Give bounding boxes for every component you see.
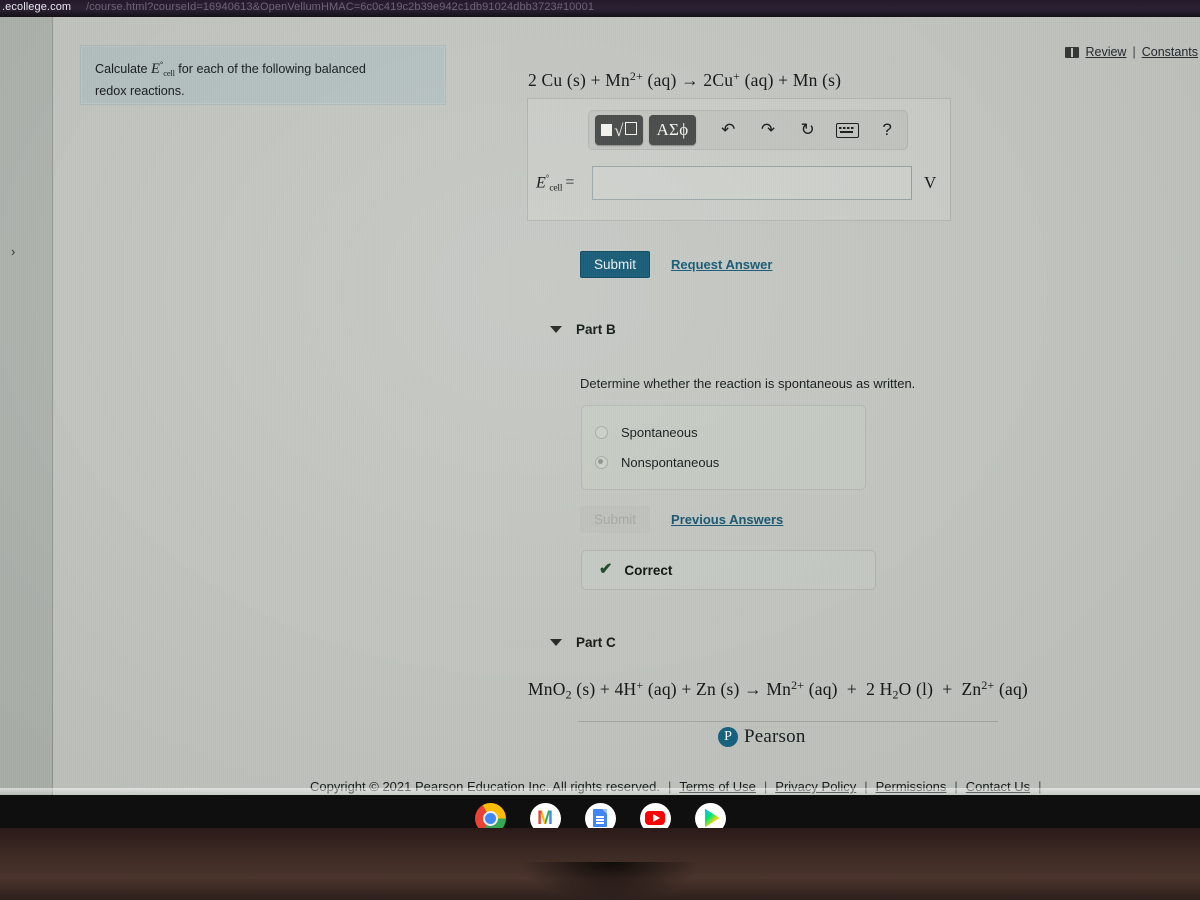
part-a-submit-button[interactable]: Submit — [580, 251, 651, 278]
prompt-line1-pre: Calculate — [95, 61, 152, 76]
review-link[interactable]: Review — [1085, 45, 1126, 59]
pearson-mark-icon: P — [718, 727, 738, 747]
part-b-question: Determine whether the reaction is sponta… — [580, 376, 916, 391]
square-glyph — [601, 124, 613, 136]
part-b-header[interactable]: Part B — [550, 322, 616, 337]
keyboard-icon[interactable] — [828, 115, 868, 145]
radio-icon-nonspontaneous[interactable] — [595, 456, 608, 469]
radio-icon-spontaneous[interactable] — [595, 426, 608, 439]
redo-icon[interactable]: ↷ — [748, 115, 788, 145]
footer-sep-2: | — [763, 779, 768, 794]
part-a-equation: 2 Cu (s) + Mn2+ (aq) → 2Cu+ (aq) + Mn (s… — [528, 69, 842, 90]
browser-url-bar[interactable]: .ecollege.com /course.html?courseId=1694… — [0, 0, 1200, 17]
help-icon[interactable]: ? — [867, 115, 907, 145]
prompt-symbol: E°cell — [151, 59, 175, 78]
ecell-label: E°cell = — [536, 172, 575, 194]
terms-of-use-link[interactable]: Terms of Use — [679, 779, 756, 794]
question-prompt-text: Calculate E°cell for each of the followi… — [95, 55, 440, 100]
part-b-submit-button[interactable]: Submit — [580, 506, 651, 533]
ecell-answer-input[interactable] — [592, 166, 912, 200]
unit-volts-label: V — [924, 173, 937, 192]
part-c-title: Part C — [576, 635, 616, 650]
part-b-title: Part B — [576, 322, 616, 337]
web-page: › Review | Constants Calculate E°cell fo… — [0, 17, 1200, 795]
review-constants-row: Review | Constants — [1065, 45, 1198, 59]
pearson-logo: P Pearson — [718, 726, 806, 748]
footer-sep-3: | — [864, 779, 868, 794]
copyright-text: Copyright © 2021 Pearson Education Inc. … — [310, 779, 660, 794]
part-c-header[interactable]: Part C — [550, 635, 616, 650]
content-column: Review | Constants Calculate E°cell for … — [53, 17, 1200, 795]
radical-glyph: √ — [614, 121, 637, 139]
sidebar-expand-chevron-icon[interactable]: › — [11, 244, 15, 259]
left-rail — [0, 17, 52, 795]
footer-sep-5: | — [1038, 779, 1042, 794]
undo-icon[interactable]: ↶ — [708, 115, 748, 145]
part-b-options-box: Spontaneous Nonspontaneous — [581, 405, 866, 490]
previous-answers-link[interactable]: Previous Answers — [671, 512, 783, 527]
greek-symbols-button[interactable]: ΑΣϕ — [648, 115, 697, 145]
url-path: /course.html?courseId=16940613&OpenVellu… — [86, 1, 595, 13]
reset-icon[interactable]: ↻ — [788, 115, 828, 145]
permissions-link[interactable]: Permissions — [876, 779, 947, 794]
option-spontaneous[interactable]: Spontaneous — [595, 425, 698, 440]
photo-of-screen: .ecollege.com /course.html?courseId=1694… — [0, 0, 1200, 900]
desk-shadow — [520, 862, 700, 900]
review-separator: | — [1132, 45, 1136, 59]
contact-us-link[interactable]: Contact Us — [966, 779, 1030, 794]
template-sqrt-button[interactable]: √ — [595, 115, 643, 145]
option-label-nonspontaneous: Nonspontaneous — [621, 455, 720, 470]
option-label-spontaneous: Spontaneous — [621, 425, 698, 440]
footer-copyright-row: Copyright © 2021 Pearson Education Inc. … — [310, 779, 1050, 794]
option-nonspontaneous[interactable]: Nonspontaneous — [595, 455, 719, 470]
math-toolbar: √ ΑΣϕ ↶ ↷ ↻ ? — [588, 110, 908, 150]
part-b-feedback-box: ✔ Correct — [581, 550, 876, 590]
prompt-line1-post: for each of the following balanced — [174, 61, 366, 76]
feedback-label: Correct — [624, 562, 673, 578]
part-c-equation: MnO2 (s) + 4H+ (aq) + Zn (s) → Mn2+ (aq)… — [528, 678, 1028, 702]
chevron-down-icon[interactable] — [550, 639, 562, 646]
part-a-answer-panel: √ ΑΣϕ ↶ ↷ ↻ ? E°cell = V — [527, 98, 951, 221]
privacy-policy-link[interactable]: Privacy Policy — [775, 779, 856, 794]
footer-sep-4: | — [954, 779, 958, 794]
book-icon — [1065, 46, 1080, 58]
chevron-down-icon[interactable] — [550, 326, 562, 333]
prompt-line2: redox reactions. — [95, 83, 185, 98]
part-b-actions: Submit Previous Answers — [580, 506, 783, 533]
url-domain: .ecollege.com — [2, 1, 72, 13]
constants-link[interactable]: Constants — [1142, 45, 1198, 59]
footer-divider — [578, 721, 998, 722]
request-answer-link[interactable]: Request Answer — [671, 257, 772, 272]
answer-row: E°cell = V — [528, 161, 950, 205]
part-a-actions: Submit Request Answer — [580, 251, 772, 278]
check-icon: ✔ — [599, 561, 613, 578]
pearson-wordmark: Pearson — [744, 726, 806, 747]
footer-sep-1: | — [667, 779, 672, 794]
